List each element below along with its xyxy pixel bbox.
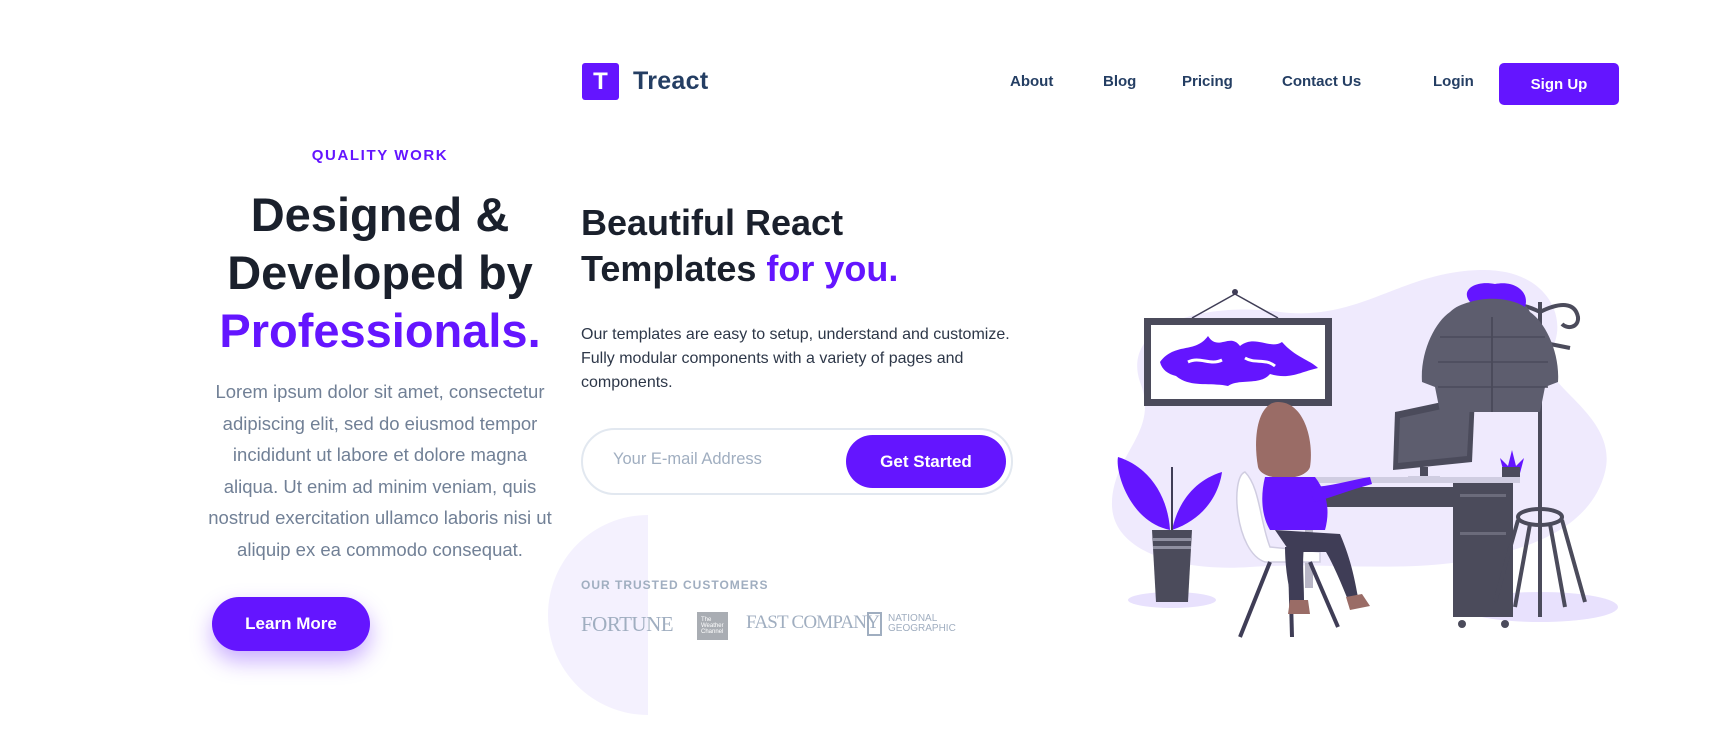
left-feature-section: Quality Work Designed & Developed by Pro… [205, 140, 555, 651]
nav-link-contact-us[interactable]: Contact Us [1282, 73, 1361, 90]
hero-heading-line1: Beautiful React [581, 202, 844, 243]
left-title-line1: Designed & [250, 188, 510, 241]
nav-link-about[interactable]: About [1010, 73, 1053, 90]
weather-channel-logo: The Weather Channel [697, 612, 728, 640]
hero-heading-line2: Templates [581, 248, 757, 289]
wall-picture-icon [1144, 289, 1332, 406]
logo-text: Treact [633, 67, 709, 95]
trusted-customers-label: Our Trusted Customers [581, 578, 769, 592]
nav-link-login[interactable]: Login [1433, 73, 1474, 90]
left-title: Designed & Developed by Professionals. [205, 186, 555, 360]
nav-link-blog[interactable]: Blog [1103, 73, 1136, 90]
natgeo-frame-icon [867, 612, 882, 636]
email-signup-form: Get Started [581, 428, 1013, 495]
left-title-line2: Developed by [227, 246, 533, 299]
left-title-accent: Professionals. [219, 304, 541, 357]
natgeo-text-2: GEOGRAPHIC [888, 623, 956, 634]
left-description: Lorem ipsum dolor sit amet, consectetur … [208, 381, 552, 560]
weather-channel-text-3: Channel [701, 629, 724, 635]
quality-work-subheading: Quality Work [311, 147, 449, 164]
national-geographic-logo: NATIONAL GEOGRAPHIC [867, 612, 956, 636]
learn-more-button[interactable]: Learn More [212, 597, 370, 651]
hero-heading: Beautiful React Templates for you. [581, 200, 898, 292]
fast-company-logo: FAST COMPANY [746, 612, 880, 633]
hero-description: Our templates are easy to setup, underst… [581, 326, 1010, 391]
logo-icon: T [582, 63, 619, 100]
logo-link[interactable]: T Treact [582, 63, 708, 100]
hero-heading-accent: for you. [766, 248, 899, 289]
sign-up-button[interactable]: Sign Up [1499, 63, 1619, 105]
nav-link-pricing[interactable]: Pricing [1182, 73, 1233, 90]
get-started-button[interactable]: Get Started [846, 435, 1006, 488]
fortune-logo: FORTUNE [581, 612, 674, 636]
workspace-illustration [1111, 269, 1618, 638]
email-input[interactable] [613, 450, 833, 469]
